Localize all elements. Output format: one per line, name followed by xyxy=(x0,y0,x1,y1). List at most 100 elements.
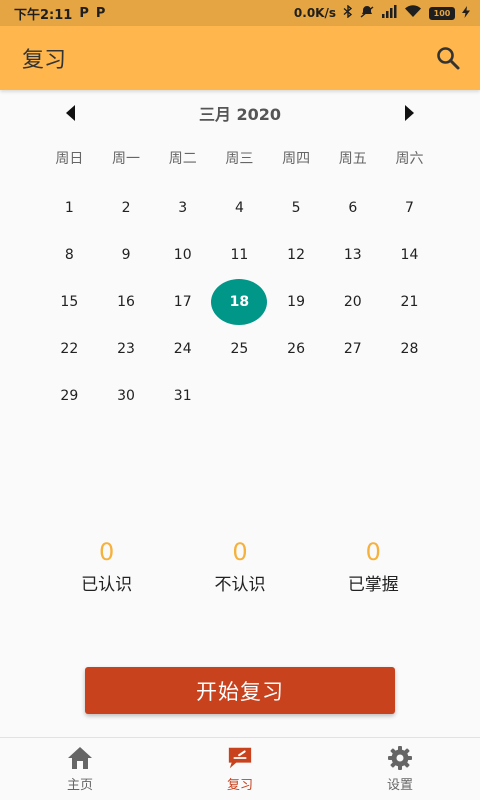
calendar-day-number: 2 xyxy=(121,199,131,216)
app-bar: 复习 xyxy=(0,26,480,90)
nav-item-home[interactable]: 主页 xyxy=(0,738,160,800)
battery-icon: 100 xyxy=(429,6,455,20)
parking-notification-icon: P xyxy=(79,5,89,21)
calendar-day-number: 14 xyxy=(400,246,419,263)
calendar-day[interactable]: 29 xyxy=(41,372,98,419)
calendar-day[interactable]: 22 xyxy=(41,325,98,372)
calendar-day-number: 7 xyxy=(405,199,414,216)
calendar-day[interactable]: 30 xyxy=(98,372,155,419)
signal-icon xyxy=(381,5,397,21)
stat-value: 0 xyxy=(232,538,248,566)
calendar-day[interactable]: 1 xyxy=(41,184,98,231)
calendar-day-number: 19 xyxy=(287,293,305,310)
month-navigation: 三月 2020 xyxy=(0,96,480,130)
calendar-day[interactable]: 5 xyxy=(268,184,325,231)
calendar-day-number: 8 xyxy=(64,246,74,263)
calendar-day-number: 22 xyxy=(60,340,79,357)
nav-label: 主页 xyxy=(66,778,93,793)
weekday-label: 周三 xyxy=(225,151,254,167)
home-icon xyxy=(67,745,93,771)
calendar-day[interactable]: 16 xyxy=(98,278,155,325)
calendar-day[interactable]: 7 xyxy=(381,184,438,231)
calendar-day[interactable]: 17 xyxy=(154,278,211,325)
calendar-day[interactable]: 21 xyxy=(381,278,438,325)
calendar-day-number: 10 xyxy=(173,246,192,263)
calendar-day-number: 12 xyxy=(287,246,305,263)
calendar-day[interactable]: 24 xyxy=(154,325,211,372)
weekday-label: 周日 xyxy=(55,151,84,167)
bottom-navigation: 主页 复习 设置 xyxy=(0,737,480,800)
gear-icon xyxy=(387,745,413,771)
status-bar: 下午2:11 P P 0.0K/s 100 xyxy=(0,0,480,26)
calendar-day[interactable]: 23 xyxy=(98,325,155,372)
stat-label: 不认识 xyxy=(214,575,266,595)
calendar-day-number: 30 xyxy=(117,387,135,404)
calendar-day-number: 27 xyxy=(343,340,362,357)
calendar-day-number: 18 xyxy=(211,278,268,325)
calendar-day[interactable]: 13 xyxy=(324,231,381,278)
calendar-day-number: 11 xyxy=(230,246,249,263)
nav-item-settings[interactable]: 设置 xyxy=(320,738,480,800)
next-month-icon[interactable] xyxy=(400,103,420,123)
calendar-day[interactable]: 2 xyxy=(98,184,155,231)
calendar-day[interactable]: 15 xyxy=(41,278,98,325)
network-speed: 0.0K/s xyxy=(293,6,336,20)
calendar-day[interactable]: 19 xyxy=(268,278,325,325)
calendar-day[interactable]: 6 xyxy=(324,184,381,231)
search-icon[interactable] xyxy=(434,44,462,72)
calendar-day[interactable]: 9 xyxy=(98,231,155,278)
stat-mastered: 0 已掌握 xyxy=(307,536,440,595)
calendar-day-number: 9 xyxy=(121,246,131,263)
calendar-day-number: 16 xyxy=(117,293,135,310)
calendar-day[interactable]: 3 xyxy=(154,184,211,231)
bluetooth-icon xyxy=(343,4,353,21)
calendar-day-number: 20 xyxy=(343,293,362,310)
mute-icon xyxy=(360,5,374,21)
stat-unknown: 0 不认识 xyxy=(173,536,306,595)
nav-label: 设置 xyxy=(386,778,413,793)
calendar-day[interactable]: 12 xyxy=(268,231,325,278)
stat-label: 已认识 xyxy=(81,575,133,595)
calendar-day-number: 15 xyxy=(60,293,79,310)
calendar-day-number: 3 xyxy=(178,199,188,216)
calendar-day[interactable]: 11 xyxy=(211,231,268,278)
calendar-day-number: 26 xyxy=(287,340,305,357)
calendar-day-number: 31 xyxy=(173,387,192,404)
stat-value: 0 xyxy=(365,538,381,566)
nav-label: 复习 xyxy=(226,778,253,793)
weekday-label: 周四 xyxy=(282,151,311,167)
weekday-header: 周日 周一 周二 周三 周四 周五 周六 xyxy=(41,148,438,170)
weekday-label: 周六 xyxy=(395,151,424,167)
calendar-day[interactable]: 4 xyxy=(211,184,268,231)
review-icon xyxy=(227,745,253,771)
calendar-day-number: 4 xyxy=(234,199,244,216)
calendar-day-number: 29 xyxy=(60,387,79,404)
start-review-button[interactable]: 开始复习 xyxy=(85,667,395,714)
calendar-day-selected[interactable]: 18 xyxy=(211,278,268,325)
calendar-day-number: 24 xyxy=(173,340,192,357)
charging-icon xyxy=(462,5,470,21)
calendar-day-number: 25 xyxy=(230,340,249,357)
calendar-day[interactable]: 14 xyxy=(381,231,438,278)
calendar-day[interactable]: 28 xyxy=(381,325,438,372)
calendar-day[interactable]: 20 xyxy=(324,278,381,325)
status-left: 下午2:11 P P xyxy=(14,4,105,23)
page-title: 复习 xyxy=(22,48,67,73)
calendar-day[interactable]: 8 xyxy=(41,231,98,278)
calendar-day-number: 17 xyxy=(173,293,192,310)
weekday-label: 周一 xyxy=(112,151,141,167)
prev-month-icon[interactable] xyxy=(60,103,80,123)
month-label: 三月 2020 xyxy=(198,105,282,124)
calendar-day[interactable]: 26 xyxy=(268,325,325,372)
calendar-day[interactable]: 27 xyxy=(324,325,381,372)
calendar-day-number: 5 xyxy=(291,199,301,216)
stat-label: 已掌握 xyxy=(347,575,399,595)
review-stats: 0 已认识 0 不认识 0 已掌握 xyxy=(40,536,440,595)
nav-item-review[interactable]: 复习 xyxy=(160,738,320,800)
parking-notification-icon: P xyxy=(95,5,106,21)
calendar-day[interactable]: 25 xyxy=(211,325,268,372)
calendar-day[interactable]: 31 xyxy=(154,372,211,419)
status-right: 0.0K/s 100 xyxy=(293,4,470,21)
calendar-day-number: 23 xyxy=(117,340,135,357)
calendar-day[interactable]: 10 xyxy=(154,231,211,278)
